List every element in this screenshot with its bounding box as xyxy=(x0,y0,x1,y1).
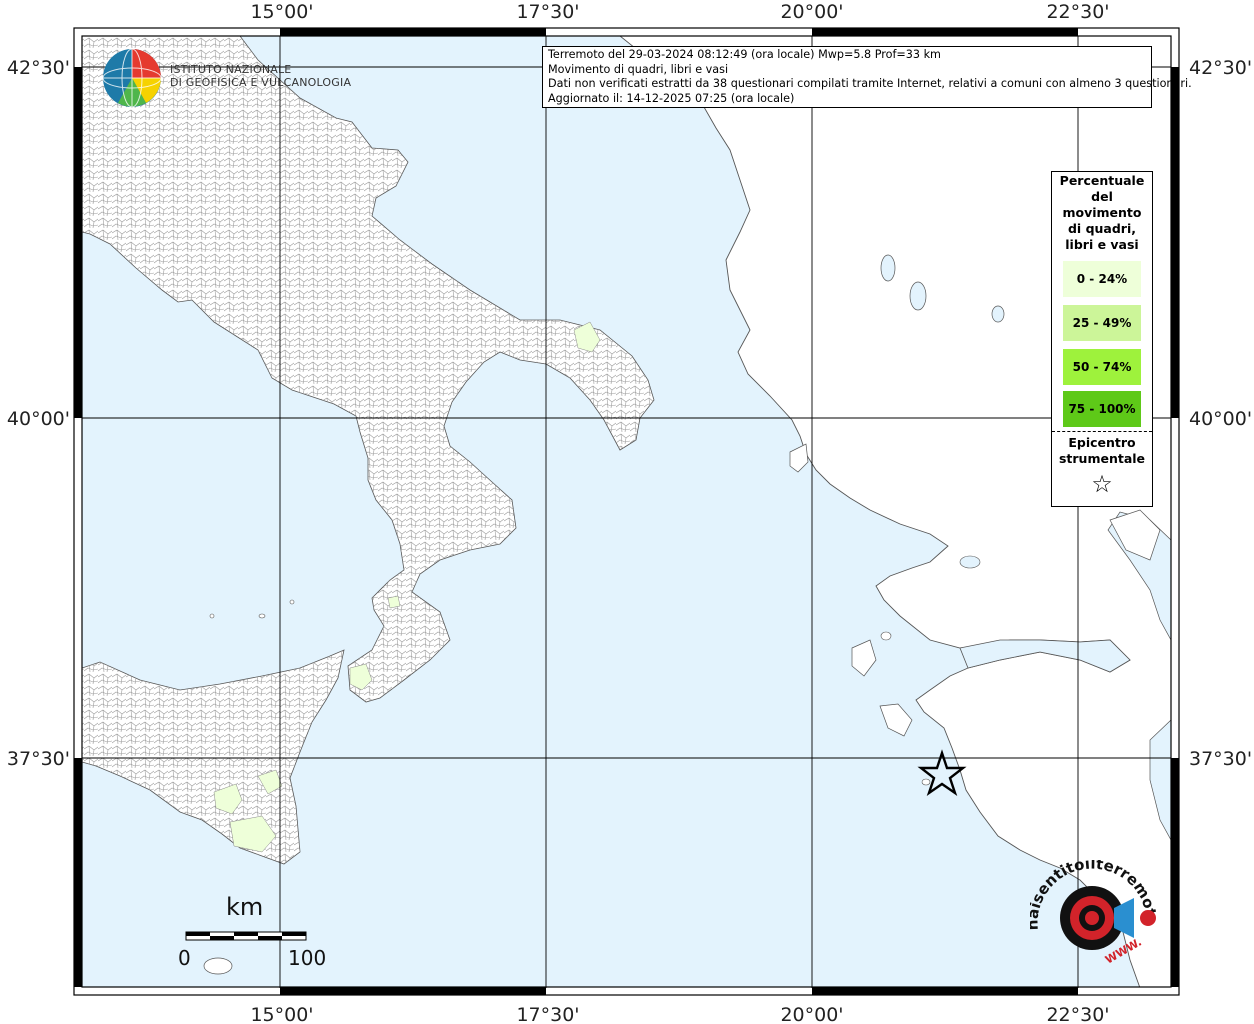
legend-item-75-100: 75 - 100% xyxy=(1063,391,1141,427)
bottom-tick-label: 15°00' xyxy=(250,1004,313,1024)
left-tick-label: 42°30' xyxy=(7,57,70,79)
top-tick-label: 22°30' xyxy=(1046,1,1109,23)
legend-epicenter-line: Epicentro xyxy=(1068,435,1136,450)
info-line-disclaimer: Dati non verificati estratti da 38 quest… xyxy=(548,77,1192,91)
top-tick-label: 15°00' xyxy=(250,1,313,23)
legend-divider xyxy=(1052,431,1152,432)
legend-title-line: movimento xyxy=(1062,205,1142,220)
bottom-tick-label: 22°30' xyxy=(1046,1004,1109,1024)
legend-item-25-49: 25 - 49% xyxy=(1063,305,1141,341)
legend-title-line: di quadri, xyxy=(1067,221,1136,236)
top-tick-label: 20°00' xyxy=(780,1,843,23)
bottom-tick-label: 20°00' xyxy=(780,1004,843,1024)
island-malta xyxy=(203,957,233,975)
legend-title-line: del xyxy=(1091,189,1113,204)
bottom-tick-label: 17°30' xyxy=(516,1004,579,1024)
lake-ohrid xyxy=(880,254,896,282)
info-line-event: Terremoto del 29-03-2024 08:12:49 (ora l… xyxy=(548,48,941,61)
ingv-name-line1: ISTITUTO NAZIONALE xyxy=(170,63,292,76)
top-tick-labels: 15°00' 17°30' 20°00' 22°30' xyxy=(250,1,1109,23)
island-lipari xyxy=(258,613,266,619)
legend-item-50-74: 50 - 74% xyxy=(1063,349,1141,385)
right-tick-label: 37°30' xyxy=(1189,748,1252,770)
hst-logo-icon: haisentitoilterremoto.it WWW. xyxy=(1023,846,1160,967)
legend-title-line: libri e vasi xyxy=(1065,237,1139,252)
right-tick-label: 40°00' xyxy=(1189,408,1252,430)
legend-epicenter-label: Epicentro strumentale xyxy=(1052,435,1152,467)
scale-min-label: 0 xyxy=(178,946,191,970)
legend-epicenter-line: strumentale xyxy=(1058,451,1146,466)
bottom-tick-labels: 15°00' 17°30' 20°00' 22°30' xyxy=(250,1004,1109,1024)
top-tick-label: 17°30' xyxy=(516,1,579,23)
legend-title: Percentuale del movimento di quadri, lib… xyxy=(1052,173,1152,253)
right-tick-labels: 42°30' 40°00' 37°30' xyxy=(1189,57,1252,770)
legend-item-0-24: 0 - 24% xyxy=(1063,261,1141,297)
scale-max-label: 100 xyxy=(288,946,327,970)
info-box: Terremoto del 29-03-2024 08:12:49 (ora l… xyxy=(542,46,1192,108)
left-tick-label: 40°00' xyxy=(7,408,70,430)
ingv-name-line2: DI GEOFISICA E VULCANOLOGIA xyxy=(170,76,352,89)
scale-bar xyxy=(185,931,307,941)
ingv-logo-icon xyxy=(102,48,162,108)
scale-unit: km xyxy=(226,893,264,921)
left-tick-labels: 42°30' 40°00' 37°30' xyxy=(7,57,70,770)
legend-title-line: Percentuale xyxy=(1059,173,1145,188)
left-tick-label: 37°30' xyxy=(7,748,70,770)
hst-logo: haisentitoilterremoto.it WWW. xyxy=(1023,846,1160,980)
info-line-parameter: Movimento di quadri, libri e vasi xyxy=(548,62,729,76)
ingv-name: ISTITUTO NAZIONALE DI GEOFISICA E VULCAN… xyxy=(170,63,351,89)
lake-prespa xyxy=(909,281,927,311)
info-line-updated: Aggiornato il: 14-12-2025 07:25 (ora loc… xyxy=(548,91,795,105)
muni-calabria-b xyxy=(387,595,401,609)
legend-star-icon: ☆ xyxy=(1091,470,1113,498)
right-tick-label: 42°30' xyxy=(1189,57,1252,79)
legend: Percentuale del movimento di quadri, lib… xyxy=(1051,171,1153,507)
